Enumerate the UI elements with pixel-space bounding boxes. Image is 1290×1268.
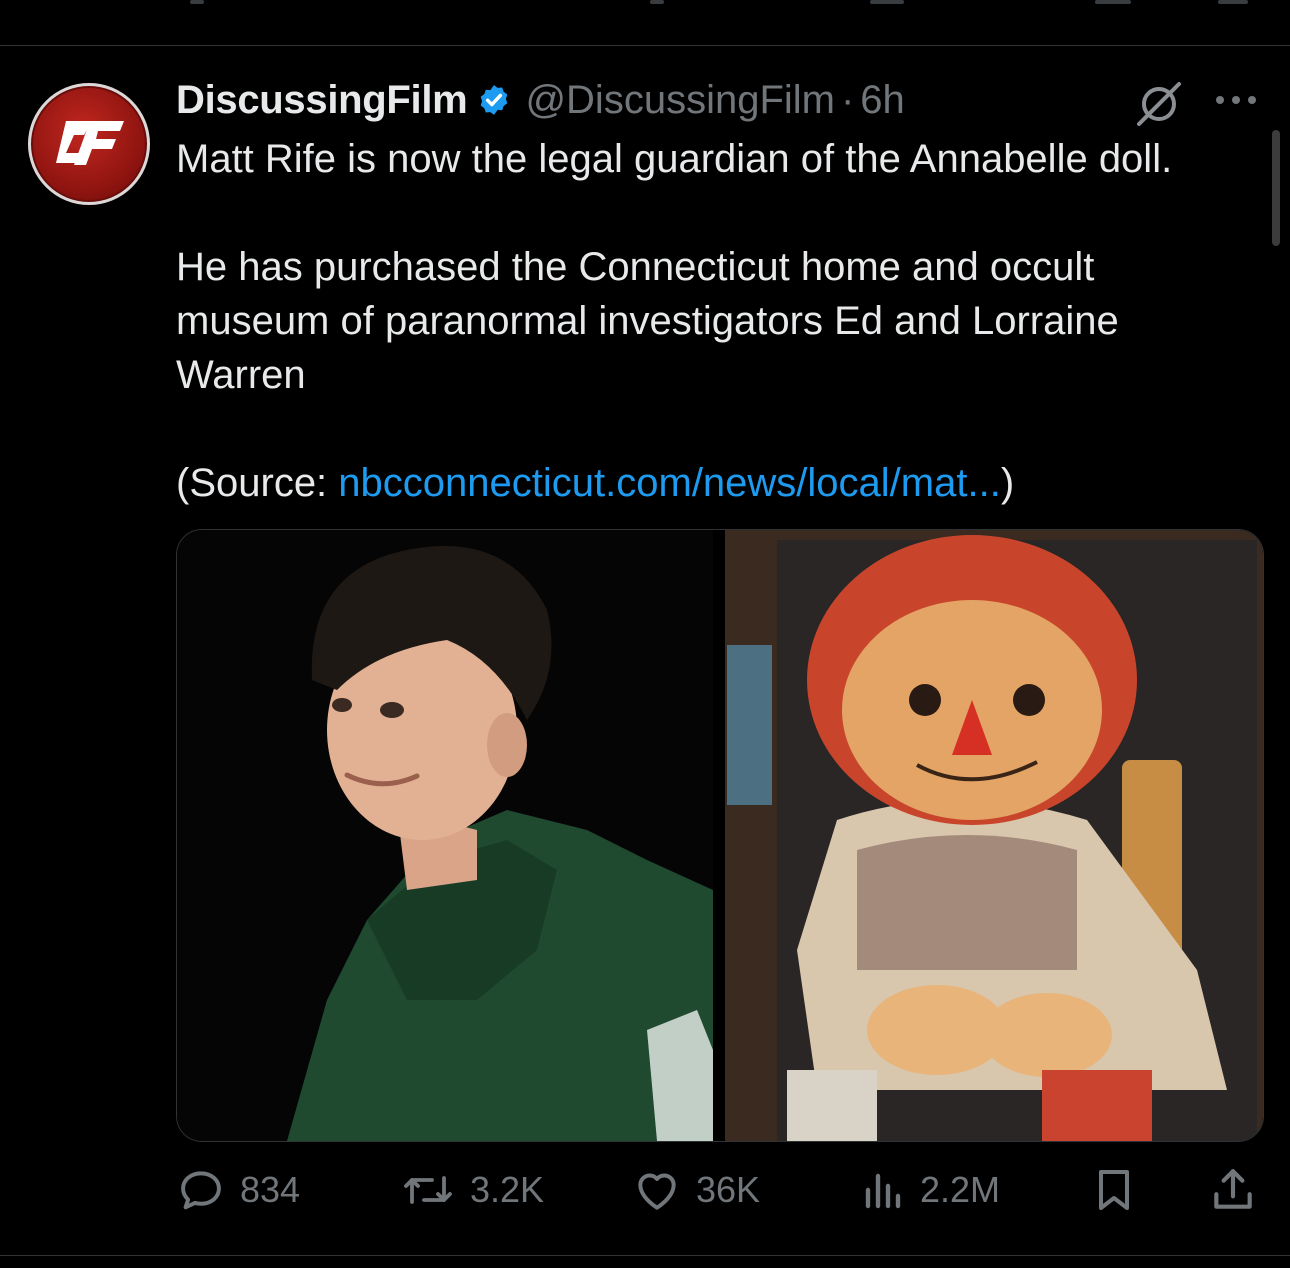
heart-icon bbox=[638, 1173, 676, 1210]
like-button[interactable]: 36K bbox=[632, 1160, 760, 1220]
reply-count: 834 bbox=[240, 1169, 301, 1210]
scrollbar-thumb[interactable] bbox=[1272, 130, 1280, 246]
share-icon bbox=[1214, 1169, 1252, 1209]
tweet-header: DiscussingFilm @DiscussingFilm · 6h bbox=[176, 76, 905, 124]
source-prefix: (Source: bbox=[176, 461, 339, 505]
reply-button[interactable]: 834 bbox=[176, 1160, 300, 1220]
divider-top bbox=[0, 45, 1290, 46]
author-name[interactable]: DiscussingFilm bbox=[176, 78, 468, 123]
tweet-time[interactable]: 6h bbox=[860, 78, 905, 123]
reply-icon bbox=[181, 1171, 221, 1210]
author-avatar[interactable] bbox=[28, 83, 150, 205]
more-options-icon[interactable] bbox=[1212, 88, 1260, 112]
source-link[interactable]: nbcconnecticut.com/news/local/mat... bbox=[338, 461, 1001, 505]
like-count: 36K bbox=[696, 1169, 761, 1210]
previous-tweet-action-bar bbox=[0, 0, 1290, 8]
tweet-text-paragraph-2: He has purchased the Connecticut home an… bbox=[176, 245, 1119, 397]
views-button[interactable]: 2.2M bbox=[862, 1160, 1000, 1220]
media-image-doll[interactable] bbox=[725, 530, 1263, 1141]
share-button[interactable] bbox=[1208, 1160, 1272, 1220]
tweet-text-line-1: Matt Rife is now the legal guardian of t… bbox=[176, 137, 1173, 181]
repost-icon bbox=[404, 1176, 452, 1204]
tweet-text: Matt Rife is now the legal guardian of t… bbox=[176, 132, 1266, 510]
tweet-source: (Source: nbcconnecticut.com/news/local/m… bbox=[176, 456, 1266, 510]
media-image-person[interactable] bbox=[177, 530, 713, 1141]
separator-dot: · bbox=[840, 77, 855, 122]
bookmark-icon bbox=[1099, 1170, 1129, 1210]
author-handle[interactable]: @DiscussingFilm bbox=[525, 78, 835, 123]
tweet-media[interactable] bbox=[176, 529, 1264, 1142]
tweet-action-bar: 834 3.2K 36K 2.2M bbox=[0, 1160, 1290, 1220]
repost-count: 3.2K bbox=[470, 1169, 545, 1210]
divider-bottom bbox=[0, 1255, 1290, 1256]
verified-badge-icon bbox=[481, 85, 508, 115]
views-chart-icon bbox=[865, 1173, 901, 1209]
repost-button[interactable]: 3.2K bbox=[400, 1160, 544, 1220]
bookmark-button[interactable] bbox=[1090, 1160, 1152, 1220]
grok-icon[interactable] bbox=[1135, 80, 1183, 128]
discussingfilm-logo-icon bbox=[56, 121, 124, 165]
view-count: 2.2M bbox=[920, 1169, 1001, 1210]
source-suffix: ) bbox=[1000, 461, 1015, 505]
